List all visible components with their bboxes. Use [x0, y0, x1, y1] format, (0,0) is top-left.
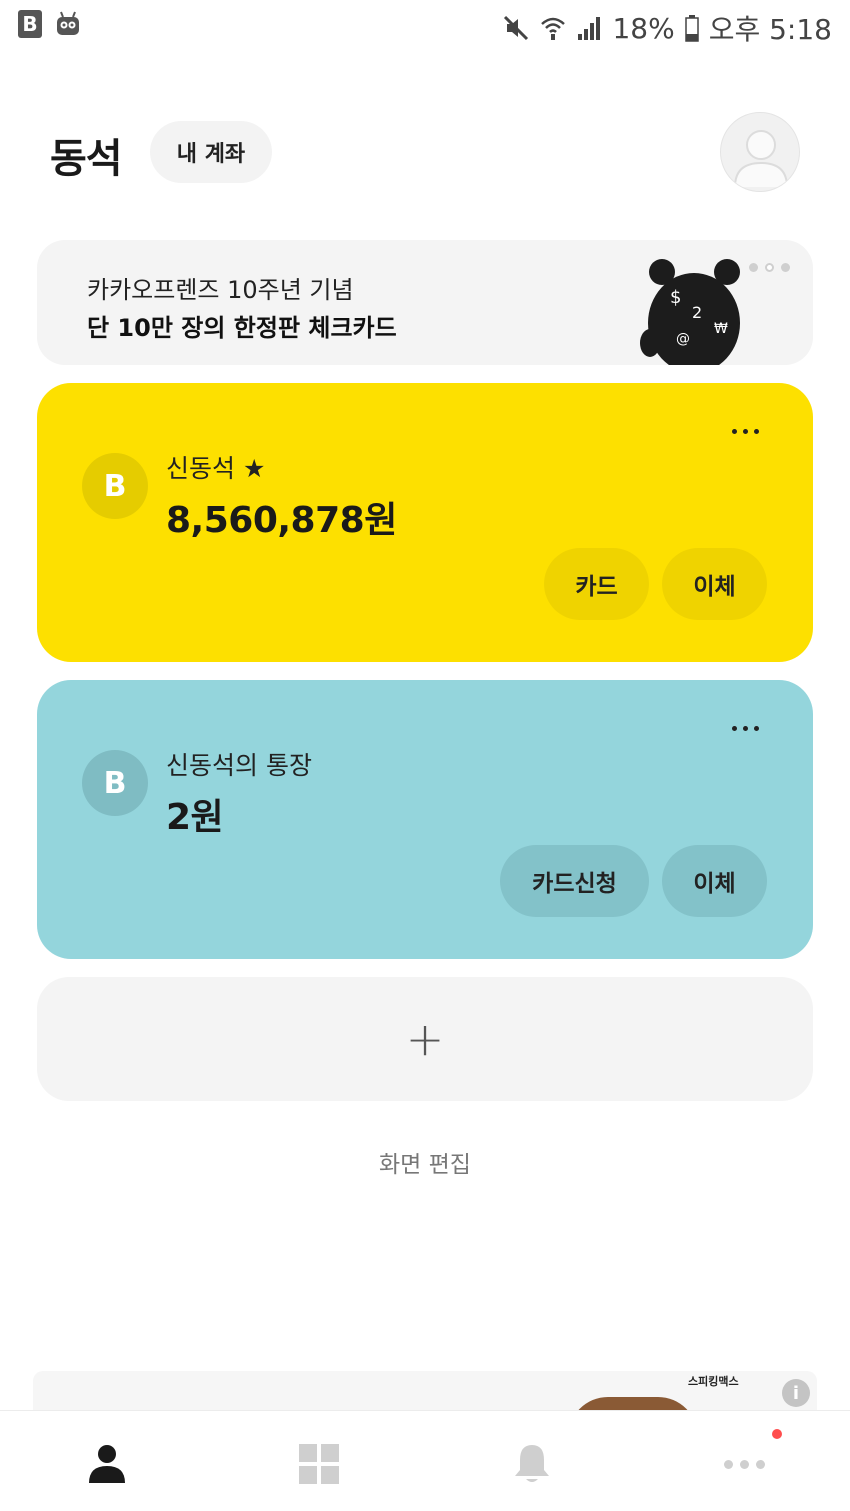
profile-avatar[interactable]	[720, 112, 800, 192]
apps-grid-icon	[299, 1444, 339, 1484]
account-balance: 2원	[166, 797, 224, 838]
nav-notifications[interactable]	[507, 1439, 557, 1489]
bank-logo-icon: B	[82, 750, 148, 816]
my-accounts-button[interactable]: 내 계좌	[150, 121, 272, 183]
nav-more[interactable]	[719, 1439, 769, 1489]
banner-pagination	[749, 263, 790, 272]
signal-icon	[578, 17, 601, 40]
wifi-icon	[541, 17, 566, 40]
home-header: 동석 내 계좌	[50, 112, 800, 192]
clock: 오후 5:18	[708, 13, 832, 46]
banner-subtitle: 카카오프렌즈 10주년 기념	[87, 276, 354, 304]
svg-text:@: @	[676, 331, 690, 347]
account-more-button[interactable]	[725, 421, 765, 441]
bottom-navigation	[0, 1410, 850, 1511]
banner-dot	[749, 263, 758, 272]
status-bar-right: 18% 오후 5:18	[502, 8, 832, 48]
app-logo-icon: B	[18, 10, 42, 38]
account-balance: 8,560,878원	[166, 500, 397, 541]
account-name: 신동석 ★	[166, 454, 266, 483]
promo-banner[interactable]: 카카오프렌즈 10주년 기념 단 10만 장의 한정판 체크카드 $ 2 ₩ @	[37, 240, 813, 365]
transfer-button[interactable]: 이체	[662, 548, 767, 620]
nav-home[interactable]	[82, 1439, 132, 1489]
banner-dot-active	[765, 263, 774, 272]
account-card-secondary[interactable]: B 신동석의 통장 2원 카드신청 이체	[37, 680, 813, 959]
banner-title: 단 10만 장의 한정판 체크카드	[87, 314, 397, 342]
edit-screen-link[interactable]: 화면 편집	[0, 1145, 850, 1179]
battery-percent: 18%	[612, 11, 675, 45]
status-bar: B 18% 오후 5:18	[0, 0, 850, 52]
nav-apps[interactable]	[294, 1439, 344, 1489]
banner-dot	[781, 263, 790, 272]
account-card-main[interactable]: B 신동석 ★ 8,560,878원 카드 이체	[37, 383, 813, 662]
home-person-icon	[89, 1445, 125, 1483]
user-name-title: 동석	[50, 136, 123, 182]
transfer-button[interactable]: 이체	[662, 845, 767, 917]
card-button[interactable]: 카드	[544, 548, 649, 620]
battery-icon	[684, 15, 699, 42]
status-bar-left: B	[18, 10, 82, 38]
kakao-friends-character-icon: $ 2 ₩ @	[640, 259, 740, 365]
svg-text:$: $	[670, 287, 681, 308]
info-icon[interactable]: i	[782, 1379, 810, 1407]
notification-badge	[772, 1429, 782, 1439]
bell-icon	[515, 1445, 549, 1482]
profile-avatar-icon	[734, 130, 788, 188]
account-name: 신동석의 통장	[166, 751, 312, 780]
ad-brand-label: 스피킹맥스	[688, 1375, 739, 1388]
account-more-button[interactable]	[725, 718, 765, 738]
ad-banner[interactable]: 스피킹맥스 i	[33, 1371, 817, 1413]
svg-text:2: 2	[692, 303, 702, 322]
add-account-button[interactable]: +	[37, 977, 813, 1101]
card-apply-button[interactable]: 카드신청	[500, 845, 649, 917]
bank-logo-icon: B	[82, 453, 148, 519]
plus-icon: +	[405, 1012, 445, 1066]
robot-notification-icon	[57, 11, 79, 35]
more-icon	[723, 1459, 765, 1469]
mute-icon	[504, 15, 529, 41]
svg-text:₩: ₩	[714, 321, 728, 337]
